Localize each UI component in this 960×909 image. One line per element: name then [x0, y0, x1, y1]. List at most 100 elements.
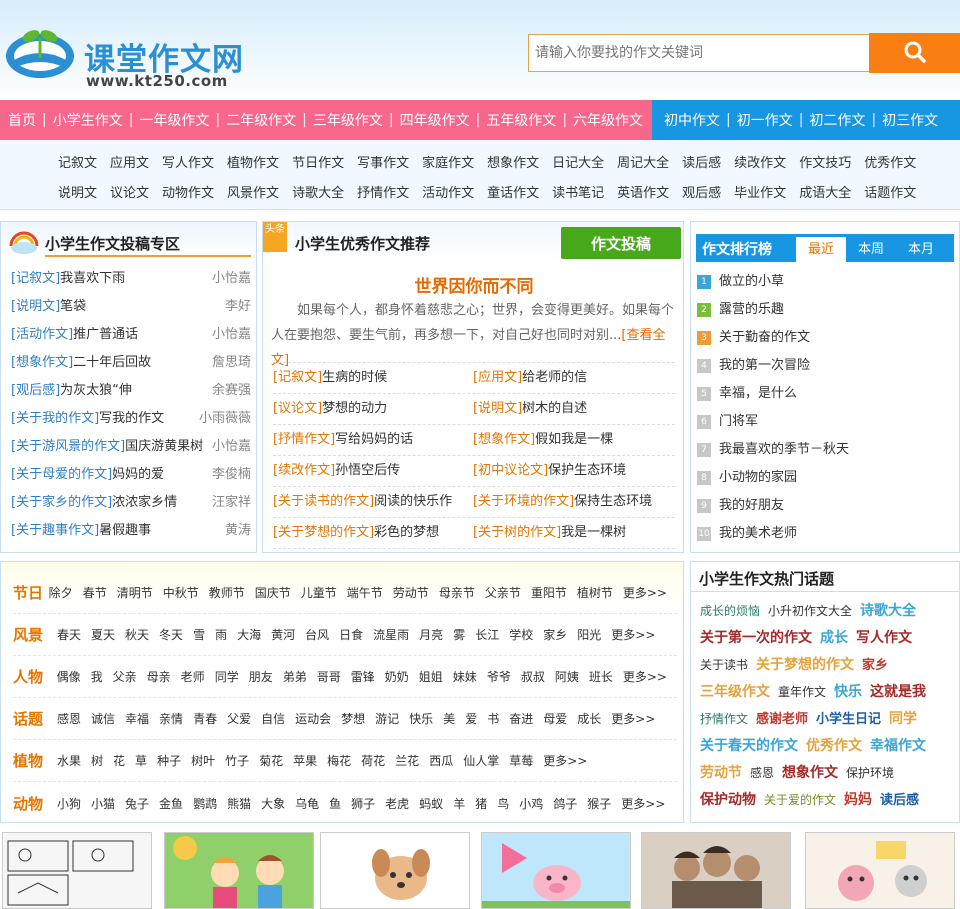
nav-item[interactable]: 四年级作文 — [400, 110, 470, 130]
tag-link[interactable]: 家乡 — [543, 626, 567, 643]
ranking-item[interactable]: 8 小动物的家园 — [697, 464, 952, 492]
tag-link[interactable]: 西瓜 — [429, 752, 453, 769]
essay-category[interactable]: [关于游风景的作文] — [11, 439, 125, 454]
featured-item[interactable]: [想象作文]假如我是一棵 — [473, 425, 673, 455]
category-link[interactable]: 写人作文 — [162, 152, 214, 171]
tag-link[interactable]: 哥哥 — [317, 668, 341, 685]
essay-title[interactable]: 为灰太狼“伸 — [60, 383, 132, 398]
list-item[interactable]: [关于家乡的作文]浓浓家乡情 汪家祥 — [11, 493, 251, 521]
category-link[interactable]: 说明文 — [58, 182, 97, 201]
category-link[interactable]: 童话作文 — [487, 182, 539, 201]
ranking-item[interactable]: 9 我的好朋友 — [697, 492, 952, 520]
featured-item[interactable]: [关于环境的作文]保持生态环境 — [473, 487, 673, 517]
essay-category[interactable]: [续改作文] — [273, 463, 335, 478]
category-link[interactable]: 读后感 — [682, 152, 721, 171]
topic-link[interactable]: 小升初作文大全 — [768, 598, 852, 625]
topic-link[interactable]: 幸福作文 — [870, 733, 926, 760]
featured-item[interactable]: [应用文]给老师的信 — [473, 363, 673, 393]
tag-link[interactable]: 草莓 — [509, 752, 533, 769]
tag-link[interactable]: 同学 — [215, 668, 239, 685]
essay-title[interactable]: 孙悟空后传 — [335, 463, 400, 478]
ranking-title-link[interactable]: 小动物的家园 — [719, 464, 797, 492]
tag-link[interactable]: 梦想 — [341, 710, 365, 727]
essay-title[interactable]: 树木的自述 — [522, 401, 587, 416]
tag-link[interactable]: 快乐 — [409, 710, 433, 727]
topic-link[interactable]: 这就是我 — [870, 679, 926, 706]
essay-title[interactable]: 我是一棵树 — [561, 525, 626, 540]
ranking-item[interactable]: 5 幸福，是什么 — [697, 380, 952, 408]
essay-link[interactable]: [关于家乡的作文]浓浓家乡情 — [11, 493, 177, 521]
featured-item[interactable]: [续改作文]孙悟空后传 — [273, 456, 473, 486]
thumbnail-comic-strip[interactable] — [2, 832, 152, 909]
topic-link[interactable]: 抒情作文 — [700, 706, 748, 733]
list-item[interactable]: [关于趣事作文]暑假趣事 黄涛 — [11, 521, 251, 549]
nav-item[interactable]: 初中作文 — [664, 110, 720, 130]
tag-link[interactable]: 雪 — [193, 626, 205, 643]
essay-title[interactable]: 假如我是一棵 — [535, 432, 613, 447]
topic-link[interactable]: 关于爱的作文 — [764, 787, 836, 814]
tag-link[interactable]: 更多>> — [621, 795, 665, 812]
category-link[interactable]: 英语作文 — [617, 182, 669, 201]
tag-group-label[interactable]: 风景 — [13, 624, 57, 645]
tag-link[interactable]: 春节 — [83, 584, 107, 601]
nav-item[interactable]: 初一作文 — [737, 110, 793, 130]
category-link[interactable]: 活动作文 — [422, 182, 474, 201]
category-link[interactable]: 家庭作文 — [422, 152, 474, 171]
tag-link[interactable]: 大象 — [261, 795, 285, 812]
category-link[interactable]: 诗歌大全 — [292, 182, 344, 201]
tag-link[interactable]: 端午节 — [347, 584, 383, 601]
submit-essay-button[interactable]: 作文投稿 — [561, 227, 681, 259]
tab-recent[interactable]: 最近 — [796, 237, 846, 262]
tag-link[interactable]: 菊花 — [259, 752, 283, 769]
tag-link[interactable]: 游记 — [375, 710, 399, 727]
thumbnail-pig-kite[interactable] — [481, 832, 631, 909]
essay-category[interactable]: [关于梦想的作文] — [273, 525, 374, 540]
ranking-title-link[interactable]: 我最喜欢的季节－秋天 — [719, 436, 849, 464]
essay-category[interactable]: [关于读书的作文] — [273, 494, 374, 509]
essay-title[interactable]: 阅读的快乐作 — [374, 494, 452, 509]
essay-link[interactable]: [活动作文]推广普通话 — [11, 325, 138, 353]
tag-link[interactable]: 爱 — [465, 710, 477, 727]
tag-link[interactable]: 更多>> — [611, 626, 655, 643]
tag-link[interactable]: 乌龟 — [295, 795, 319, 812]
essay-category[interactable]: [想象作文] — [11, 355, 73, 370]
topic-link[interactable]: 家乡 — [862, 652, 888, 679]
thumbnail-puppy[interactable] — [320, 832, 470, 909]
essay-link[interactable]: [观后感]为灰太狼“伸 — [11, 381, 132, 409]
tag-link[interactable]: 老师 — [181, 668, 205, 685]
category-link[interactable]: 观后感 — [682, 182, 721, 201]
tag-group-label[interactable]: 节日 — [13, 582, 49, 603]
topic-link[interactable]: 同学 — [889, 706, 917, 733]
tag-link[interactable]: 阿姨 — [555, 668, 579, 685]
topic-link[interactable]: 快乐 — [834, 679, 862, 706]
category-link[interactable]: 续改作文 — [734, 152, 786, 171]
tag-link[interactable]: 父爱 — [227, 710, 251, 727]
ranking-title-link[interactable]: 做立的小草 — [719, 268, 784, 296]
category-link[interactable]: 毕业作文 — [734, 182, 786, 201]
tag-link[interactable]: 花 — [113, 752, 125, 769]
essay-category[interactable]: [关于趣事作文] — [11, 523, 99, 538]
essay-title[interactable]: 浓浓家乡情 — [112, 495, 177, 510]
tag-link[interactable]: 蚂蚁 — [419, 795, 443, 812]
thumbnail-girls-tennis[interactable] — [164, 832, 314, 909]
essay-title[interactable]: 生病的时候 — [322, 370, 387, 385]
ranking-title-link[interactable]: 门将军 — [719, 408, 758, 436]
tag-link[interactable]: 狮子 — [351, 795, 375, 812]
tag-link[interactable]: 雨 — [215, 626, 227, 643]
tag-link[interactable]: 妹妹 — [453, 668, 477, 685]
topic-link[interactable]: 想象作文 — [782, 760, 838, 787]
tag-link[interactable]: 月亮 — [419, 626, 443, 643]
topic-link[interactable]: 成长的烦恼 — [700, 598, 760, 625]
tag-link[interactable]: 教师节 — [209, 584, 245, 601]
nav-item[interactable]: 小学生作文 — [53, 110, 123, 130]
tag-group-label[interactable]: 人物 — [13, 666, 57, 687]
tag-link[interactable]: 草 — [135, 752, 147, 769]
essay-title[interactable]: 彩色的梦想 — [374, 525, 439, 540]
tag-link[interactable]: 亲情 — [159, 710, 183, 727]
essay-category[interactable]: [记叙文] — [11, 271, 60, 286]
featured-item[interactable]: [议论文]梦想的动力 — [273, 394, 473, 424]
category-link[interactable]: 优秀作文 — [864, 152, 916, 171]
tag-link[interactable]: 更多>> — [543, 752, 587, 769]
category-link[interactable]: 写事作文 — [357, 152, 409, 171]
tag-link[interactable]: 日食 — [339, 626, 363, 643]
